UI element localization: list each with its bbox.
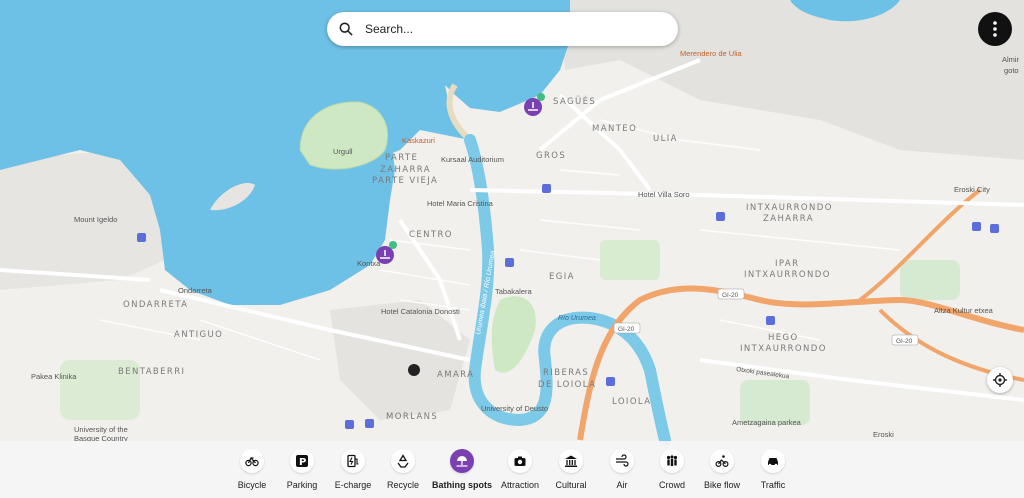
- svg-text:EGIA: EGIA: [549, 272, 575, 282]
- people-icon: [660, 449, 684, 473]
- svg-text:SAGÜÉS: SAGÜÉS: [553, 95, 596, 107]
- svg-text:DE LOIOLA: DE LOIOLA: [538, 380, 596, 390]
- svg-text:ANTIGUO: ANTIGUO: [174, 330, 223, 340]
- svg-text:Kaskazuri: Kaskazuri: [402, 136, 435, 145]
- svg-text:PARTE: PARTE: [385, 153, 418, 163]
- svg-text:INTXAURRONDO: INTXAURRONDO: [740, 344, 827, 354]
- svg-text:Tabakalera: Tabakalera: [495, 287, 533, 296]
- svg-text:MANTEO: MANTEO: [592, 124, 637, 134]
- svg-text:Kontxa: Kontxa: [357, 259, 381, 268]
- category-label: Attraction: [500, 480, 540, 490]
- svg-text:LOIOLA: LOIOLA: [612, 397, 651, 407]
- category-label: Bathing spots: [432, 480, 492, 490]
- svg-text:Urgull: Urgull: [333, 147, 353, 156]
- category-label: Air: [616, 480, 628, 490]
- svg-text:Mount Igeldo: Mount Igeldo: [74, 215, 117, 224]
- search-bar[interactable]: [327, 12, 678, 46]
- search-icon: [339, 22, 353, 36]
- wind-icon: [610, 449, 634, 473]
- charging-station-icon: [341, 449, 365, 473]
- museum-icon: [559, 449, 583, 473]
- svg-text:GI-20: GI-20: [618, 326, 635, 333]
- map-canvas[interactable]: SAGÜÉS MANTEO ULIA GROS PARTE ZAHARRA PA…: [0, 0, 1024, 498]
- svg-text:Ondarreta: Ondarreta: [178, 286, 213, 295]
- svg-text:IPAR: IPAR: [775, 259, 799, 269]
- svg-text:CENTRO: CENTRO: [409, 230, 453, 240]
- svg-text:Hotel Catalonia Donosti: Hotel Catalonia Donosti: [381, 307, 460, 316]
- current-location-marker: [408, 364, 420, 376]
- locate-me-button[interactable]: [987, 367, 1013, 393]
- category-label: Bike flow: [703, 480, 740, 490]
- camera-icon: [508, 449, 532, 473]
- svg-text:Altza Kultur etxea: Altza Kultur etxea: [934, 306, 994, 315]
- svg-text:MORLANS: MORLANS: [386, 412, 438, 422]
- svg-text:HEGO: HEGO: [768, 333, 799, 343]
- svg-text:Eroski City: Eroski City: [954, 185, 990, 194]
- svg-text:RIBERAS: RIBERAS: [543, 368, 589, 378]
- more-options-button[interactable]: [978, 12, 1012, 46]
- svg-text:goto: goto: [1004, 66, 1019, 75]
- bicycle-flow-icon: [710, 449, 734, 473]
- svg-text:University of Deusto: University of Deusto: [481, 404, 548, 413]
- svg-text:Kursaal Auditorium: Kursaal Auditorium: [441, 155, 504, 164]
- kebab-menu-icon: [993, 21, 997, 37]
- category-label: Recycle: [386, 480, 419, 490]
- category-bathing-spots[interactable]: Bathing spots: [430, 449, 494, 490]
- category-label: Bicycle: [237, 480, 267, 490]
- svg-text:Ametzagaina parkea: Ametzagaina parkea: [732, 418, 802, 427]
- svg-text:Almir: Almir: [1002, 55, 1020, 64]
- beach-umbrella-icon: [450, 449, 474, 473]
- category-label: Crowd: [658, 480, 685, 490]
- crosshair-icon: [993, 373, 1007, 387]
- svg-text:ZAHARRA: ZAHARRA: [380, 165, 431, 175]
- parking-icon: P: [290, 449, 314, 473]
- svg-text:Merendero de Ulia: Merendero de Ulia: [680, 49, 743, 58]
- svg-text:PARTE VIEJA: PARTE VIEJA: [372, 176, 438, 186]
- svg-text:ZAHARRA: ZAHARRA: [763, 214, 814, 224]
- svg-text:ULIA: ULIA: [653, 134, 678, 144]
- svg-text:ONDARRETA: ONDARRETA: [123, 300, 188, 310]
- svg-text:INTXAURRONDO: INTXAURRONDO: [746, 203, 833, 213]
- svg-text:University of the: University of the: [74, 425, 128, 434]
- svg-text:P: P: [299, 457, 306, 468]
- svg-text:Río Urumea: Río Urumea: [558, 315, 596, 322]
- svg-text:Pakea Klinika: Pakea Klinika: [31, 372, 77, 381]
- category-label: Traffic: [760, 480, 786, 490]
- svg-text:INTXAURRONDO: INTXAURRONDO: [744, 270, 831, 280]
- svg-text:GROS: GROS: [536, 151, 566, 161]
- bicycle-icon: [240, 449, 264, 473]
- svg-text:AMARA: AMARA: [437, 370, 474, 380]
- category-traffic[interactable]: Traffic: [741, 449, 805, 490]
- svg-text:Hotel Maria Cristina: Hotel Maria Cristina: [427, 199, 494, 208]
- svg-text:GI-20: GI-20: [896, 338, 913, 345]
- svg-text:GI-20: GI-20: [722, 292, 739, 299]
- recycle-icon: [391, 449, 415, 473]
- car-icon: [761, 449, 785, 473]
- category-label: Parking: [286, 480, 318, 490]
- search-input[interactable]: [363, 21, 657, 37]
- category-label: Cultural: [555, 480, 587, 490]
- category-label: E-charge: [334, 480, 372, 490]
- svg-text:BENTABERRI: BENTABERRI: [118, 367, 185, 377]
- category-recycle[interactable]: Recycle: [371, 449, 435, 490]
- svg-text:Hotel Villa Soro: Hotel Villa Soro: [638, 190, 690, 199]
- svg-text:Eroski: Eroski: [873, 430, 894, 439]
